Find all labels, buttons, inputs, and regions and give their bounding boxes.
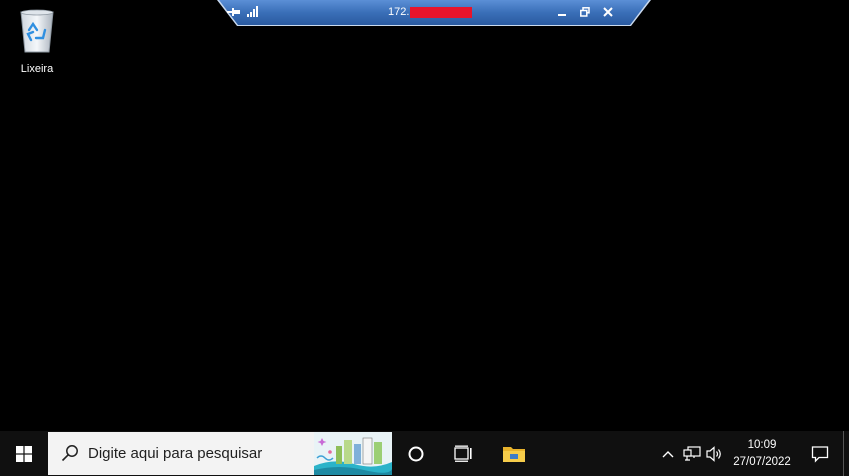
rdp-host-address: 172. [388,6,410,18]
desktop-icon-label: Lixeira [20,63,54,75]
rdp-minimize-button[interactable] [553,3,571,21]
search-icon [61,445,78,462]
start-button[interactable] [0,431,48,476]
volume-button[interactable] [704,431,726,476]
cortana-circle-icon [408,446,424,461]
file-explorer-button[interactable] [490,431,538,476]
desktop-icon-recycle-bin[interactable]: Lixeira [8,6,66,80]
task-view-button[interactable] [440,431,488,476]
file-explorer-folder-icon [503,446,525,462]
notification-icon [811,445,829,463]
recycle-bin-icon [20,9,54,53]
minimize-icon [558,14,566,16]
task-view-icon [454,445,472,462]
network-status-button[interactable] [681,431,703,476]
cortana-button[interactable] [392,431,440,476]
restore-icon [580,7,590,17]
action-center-button[interactable] [800,431,840,476]
clock-time: 10:09 [747,439,777,451]
rdp-connection-title: 172. [388,6,473,18]
speaker-icon [706,445,721,462]
show-desktop-button[interactable] [843,431,849,476]
network-wired-icon [683,445,701,461]
remote-desktop-connection-bar[interactable]: 172. [217,0,651,27]
search-placeholder: Digite aqui para pesquisar [88,445,263,462]
taskbar-clock[interactable]: 10:09 27/07/2022 [726,435,798,473]
pin-icon[interactable] [227,6,241,18]
windows-logo-icon [16,445,32,462]
rdp-restore-button[interactable] [576,3,594,21]
search-highlight-illustration [314,432,392,475]
search-box[interactable]: Digite aqui para pesquisar [48,432,392,475]
taskbar: Digite aqui para pesquisar 10:09 27/07/2… [0,431,849,476]
redacted-address [410,6,473,18]
close-icon [603,7,613,17]
connection-signal-icon[interactable] [247,5,260,17]
clock-date: 27/07/2022 [733,456,791,468]
chevron-up-icon [662,450,674,457]
show-hidden-icons-button[interactable] [658,431,678,476]
rdp-close-button[interactable] [599,3,617,21]
